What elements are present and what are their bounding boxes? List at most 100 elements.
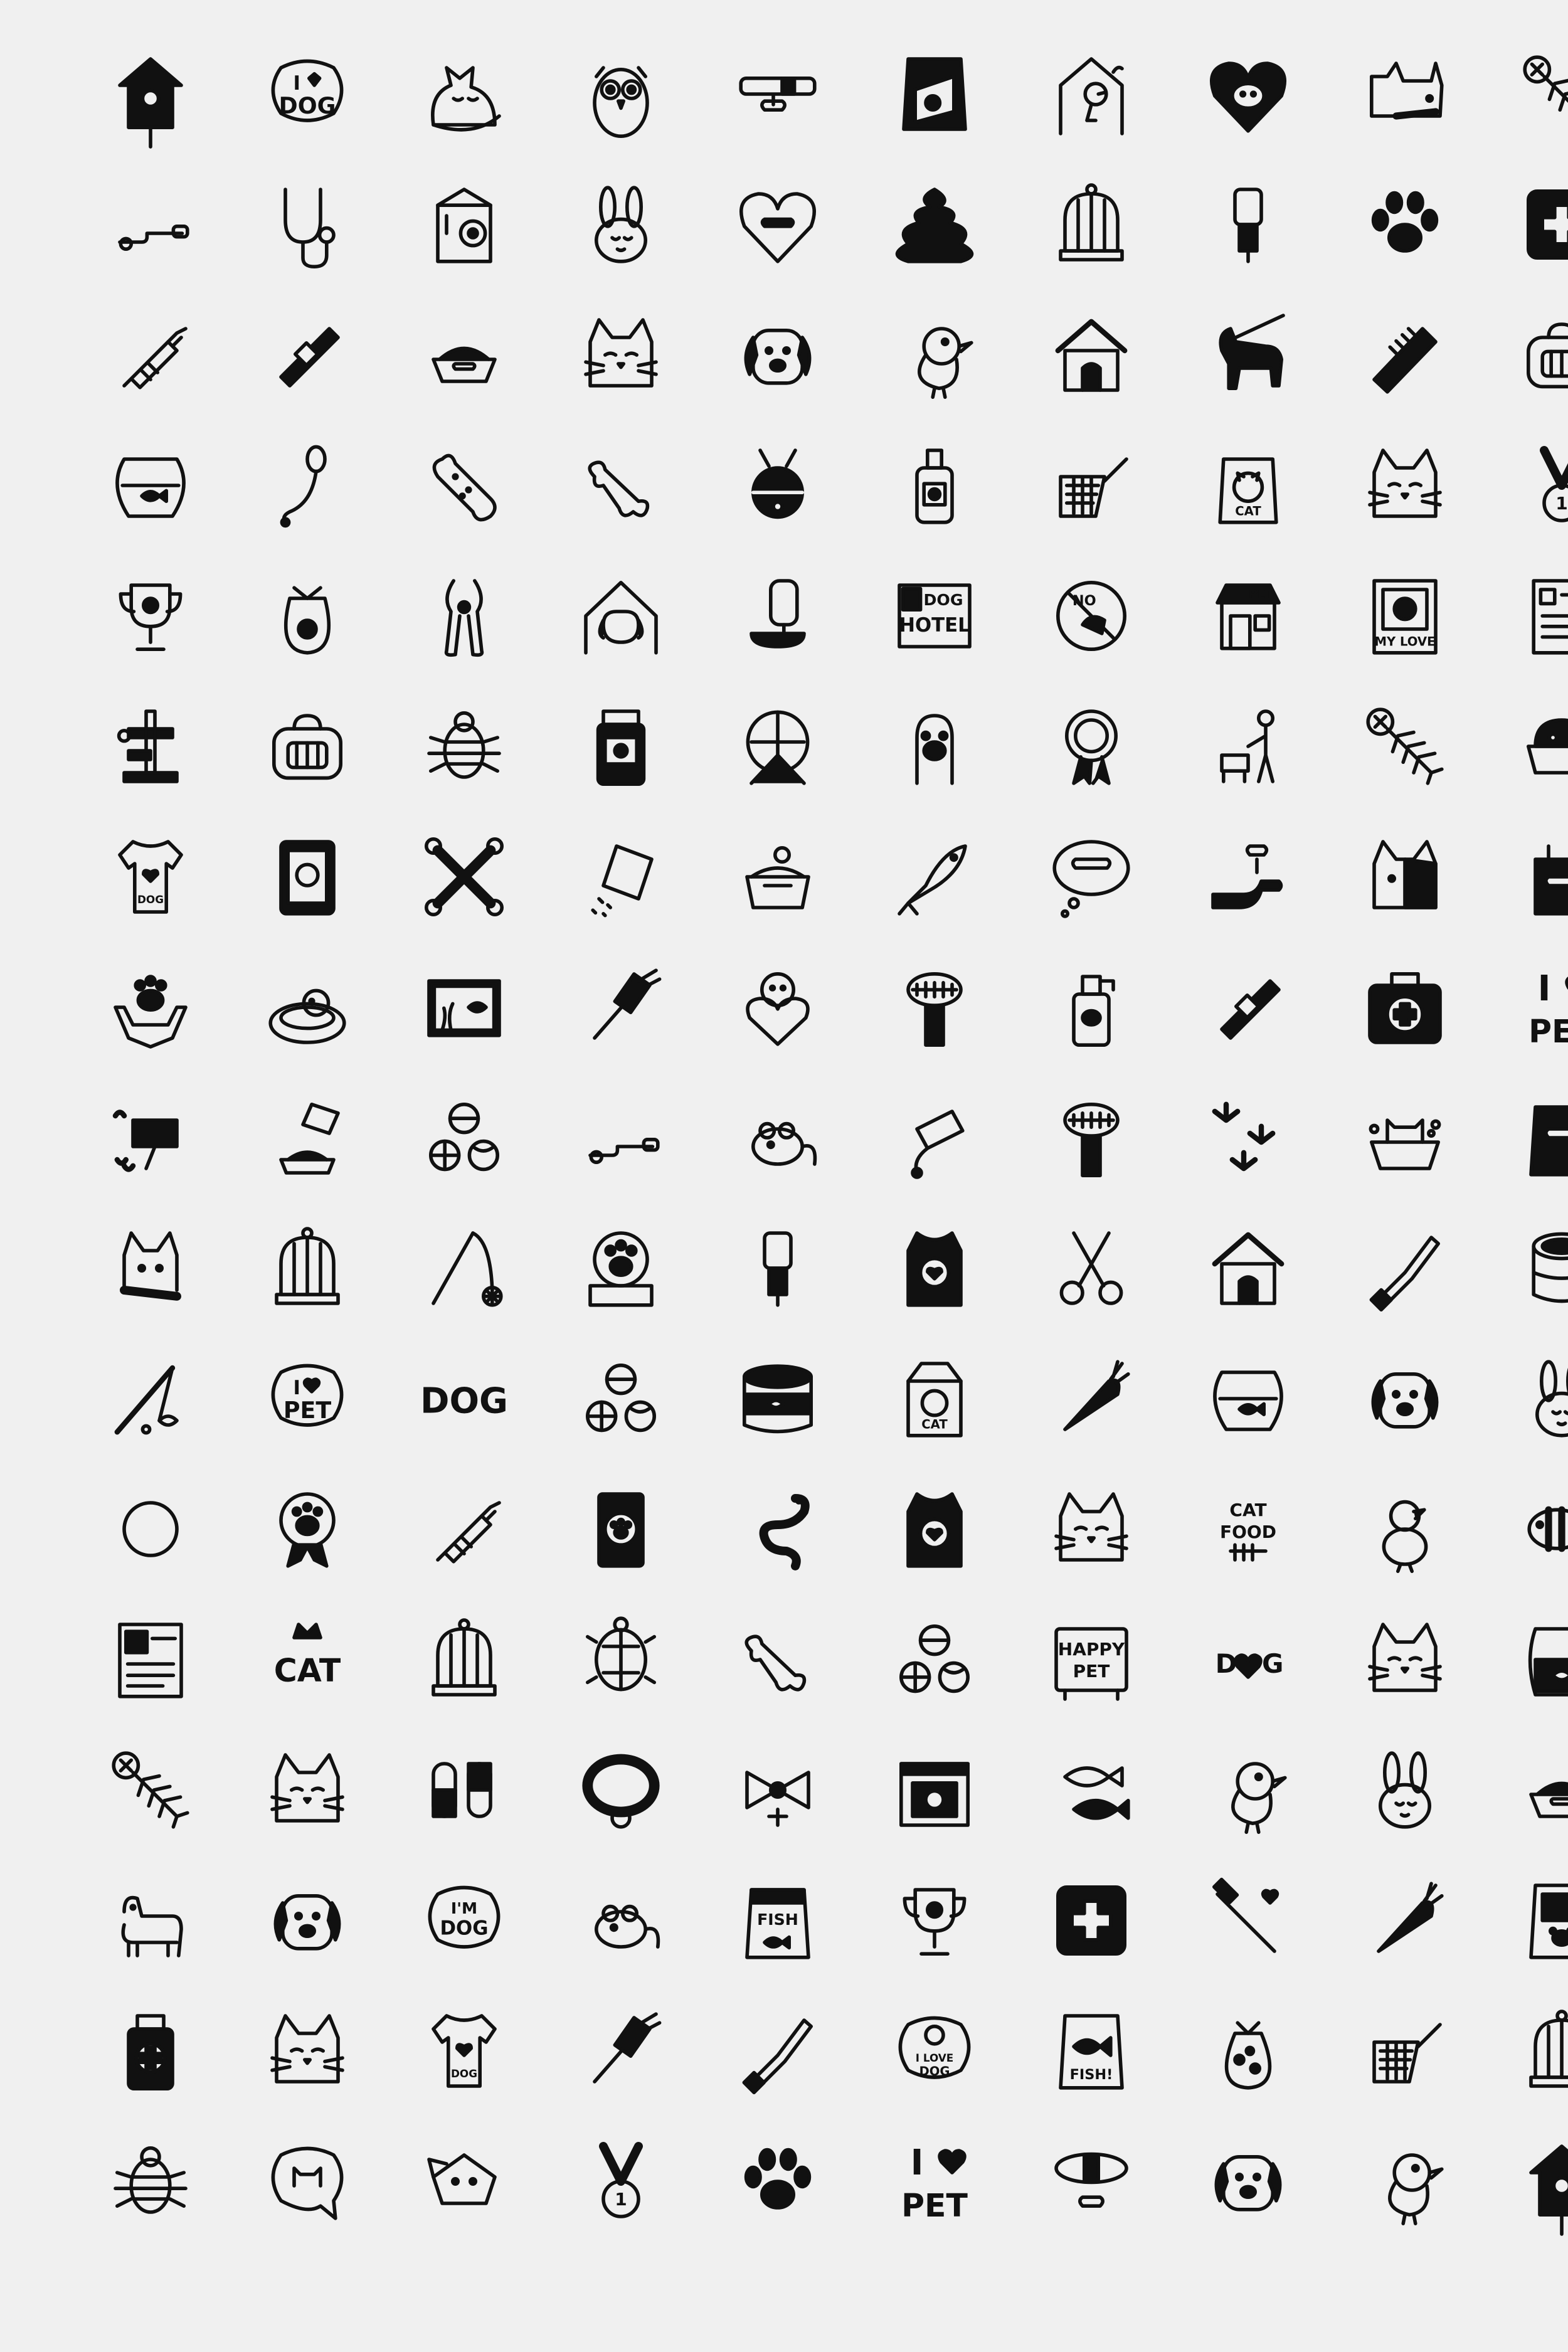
pet-shop-icon: PET <box>1204 572 1292 660</box>
dog-head-icon <box>420 2137 508 2225</box>
no-pets-sign-icon: NO <box>1047 572 1135 660</box>
heart-bone-icon <box>734 181 822 268</box>
snake-icon <box>734 1485 822 1573</box>
capsule-icon <box>420 1746 508 1834</box>
medal-icon: 1 <box>577 2137 665 2225</box>
pet-food-bag-icon <box>891 50 978 138</box>
paw-food-can-icon <box>577 1485 665 1573</box>
bird-icon <box>891 311 978 399</box>
bird-icon <box>1204 1746 1292 1834</box>
chick-icon <box>1361 1485 1449 1573</box>
sleeping-cat-icon <box>420 50 508 138</box>
money-bag-icon <box>1204 2007 1292 2095</box>
i-love-dog-bubble-label: DOG <box>919 2064 950 2079</box>
medal-label: 1 <box>615 2189 627 2210</box>
fish-bowl-icon <box>1204 1355 1292 1443</box>
fish-toy-icon <box>891 833 978 921</box>
dog-food-bag-icon <box>1518 1877 1568 1964</box>
bird-cage-icon <box>1047 181 1135 268</box>
water-feeder-icon <box>734 572 822 660</box>
cat-bubble-icon <box>263 2137 351 2225</box>
lint-roller-icon <box>1204 181 1292 268</box>
heart-dog-face-icon <box>1204 50 1292 138</box>
balls-icon <box>420 1094 508 1182</box>
pet-carrier-icon <box>263 702 351 790</box>
dog-house-icon <box>1047 311 1135 399</box>
rabbit-icon <box>1518 1355 1568 1443</box>
shampoo-bottle-icon <box>891 442 978 529</box>
balls-icon <box>577 1355 665 1443</box>
food-bowl-icon <box>1518 1746 1568 1834</box>
pet-food-box-icon <box>420 181 508 268</box>
toothbrush-icon <box>1204 1877 1292 1964</box>
paw-print-icon <box>1361 181 1449 268</box>
happy-pet-sign-label: PET <box>1073 1661 1110 1682</box>
dog-hotel-sign-label: DOG <box>924 591 963 609</box>
bird-cage-icon <box>1518 2007 1568 2095</box>
i-heart-pet-label: PET <box>1528 1013 1568 1050</box>
bird-cage-icon <box>420 1616 508 1703</box>
dog-text-label: DOG <box>420 1380 508 1421</box>
rabbit-icon <box>577 181 665 268</box>
grooming-brush-icon <box>1047 1094 1135 1182</box>
dog-heart-text-icon: DG <box>1204 1616 1292 1703</box>
bird-cage-icon <box>263 1224 351 1312</box>
i-pet-badge-label: PET <box>283 1397 332 1424</box>
dog-heart-text-label: G <box>1262 1648 1283 1679</box>
stethoscope-icon <box>263 181 351 268</box>
pet-food-can-icon <box>1518 1224 1568 1312</box>
food-pour-icon <box>263 1094 351 1182</box>
i-heart-pet-label: I <box>911 2143 924 2183</box>
pet-vest-icon <box>891 1485 978 1573</box>
person-walking-dog-icon <box>1204 702 1292 790</box>
collar-bone-tag-icon <box>734 50 822 138</box>
dog-bowl-icon <box>1518 702 1568 790</box>
brush-icon <box>577 2007 665 2095</box>
scoop-icon <box>107 1094 194 1182</box>
icon-sheet: IDOGCAT1DOGHOTELNOPETMY LOVEDOGIPETIPETD… <box>0 0 1568 2352</box>
grooming-brush-icon <box>891 963 978 1051</box>
turtle-icon <box>577 1616 665 1703</box>
nail-file-icon <box>1361 1224 1449 1312</box>
litter-box-icon <box>734 833 822 921</box>
collar-icon <box>1204 963 1292 1051</box>
milk-carton-label: CAT <box>921 1417 948 1432</box>
bone-icon <box>577 442 665 529</box>
first-aid-icon <box>1518 181 1568 268</box>
document-icon <box>1518 572 1568 660</box>
cat-paw-icon <box>891 702 978 790</box>
cat-collar-icon <box>107 1224 194 1312</box>
leash-reel-icon <box>891 1094 978 1182</box>
paw-hands-icon <box>107 963 194 1051</box>
dog-hotel-sign-icon: DOG HOTEL <box>891 572 978 660</box>
im-dog-bubble-label: I'M <box>451 1899 477 1917</box>
crossed-bones-icon <box>420 833 508 921</box>
medicine-bottle-icon <box>107 2007 194 2095</box>
milk-carton-icon: CAT <box>891 1355 978 1443</box>
i-love-dog-bubble-label: I LOVE <box>916 2052 953 2064</box>
my-love-frame-label: MY LOVE <box>1375 635 1436 649</box>
pet-carrier-icon <box>1518 311 1568 399</box>
cat-face-icon <box>577 311 665 399</box>
pet-shirt-icon: DOG <box>107 833 194 921</box>
collar-bone-icon <box>1047 2137 1135 2225</box>
medal-label: 1 <box>1555 493 1567 514</box>
leash-icon <box>107 181 194 268</box>
bone-thought-icon <box>1047 833 1135 921</box>
dog-icon <box>107 1877 194 1964</box>
fish-bowl-icon <box>107 442 194 529</box>
fish-bone-icon <box>1518 50 1568 138</box>
cat-with-collar-icon <box>1361 50 1449 138</box>
calico-cat-icon <box>1361 833 1449 921</box>
dog-walk-icon <box>1204 311 1292 399</box>
pet-shirt-label: DOG <box>137 893 164 906</box>
bell-icon <box>734 442 822 529</box>
owl-icon <box>577 50 665 138</box>
paw-print-icon <box>734 2137 822 2225</box>
i-dog-bubble-label: DOG <box>279 92 336 119</box>
fish-bone-icon <box>1361 702 1449 790</box>
tropical-fish-icon <box>1518 1485 1568 1573</box>
first-aid-icon <box>1047 1877 1135 1964</box>
paw-mitt-icon <box>577 1224 665 1312</box>
fish-bone-icon <box>107 1746 194 1834</box>
